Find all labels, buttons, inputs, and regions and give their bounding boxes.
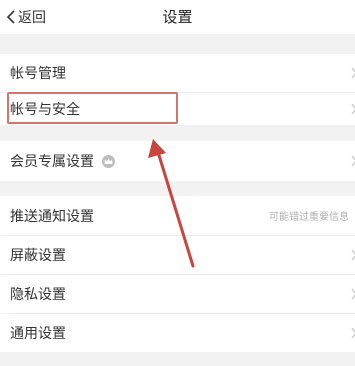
settings-item-member[interactable]: 会员专属设置	[0, 141, 355, 181]
vip-crown-icon	[102, 154, 115, 168]
chevron-right-icon	[351, 327, 355, 339]
chevron-right-icon	[351, 249, 355, 261]
nav-bar: 返回 设置	[0, 0, 355, 34]
settings-item-label: 帐号管理	[10, 66, 66, 82]
settings-item-block[interactable]: 屏蔽设置	[0, 236, 355, 274]
highlight-box	[7, 92, 178, 124]
settings-item-account-manage[interactable]: 帐号管理	[0, 54, 355, 92]
settings-item-label: 推送通知设置	[10, 208, 94, 225]
page-title: 设置	[162, 8, 193, 26]
push-hint-text: 可能错过重要信息	[269, 212, 349, 223]
settings-item-label: 通用设置	[10, 326, 66, 342]
settings-item-label: 屏蔽设置	[10, 248, 66, 264]
chevron-right-icon	[351, 155, 355, 167]
settings-item-label: 隐私设置	[10, 287, 66, 303]
settings-item-push[interactable]: 推送通知设置 可能错过重要信息	[0, 196, 355, 235]
chevron-right-icon	[351, 67, 355, 79]
settings-item-label: 会员专属设置	[10, 154, 94, 170]
chevron-right-icon	[351, 288, 355, 300]
settings-item-privacy[interactable]: 隐私设置	[0, 275, 355, 313]
settings-screen: 返回 设置 帐号管理 帐号与安全 会员专属设置 推送通知设置 可能错过重要信息 …	[0, 0, 355, 366]
chevron-right-icon	[351, 103, 355, 115]
settings-item-general[interactable]: 通用设置	[0, 314, 355, 352]
